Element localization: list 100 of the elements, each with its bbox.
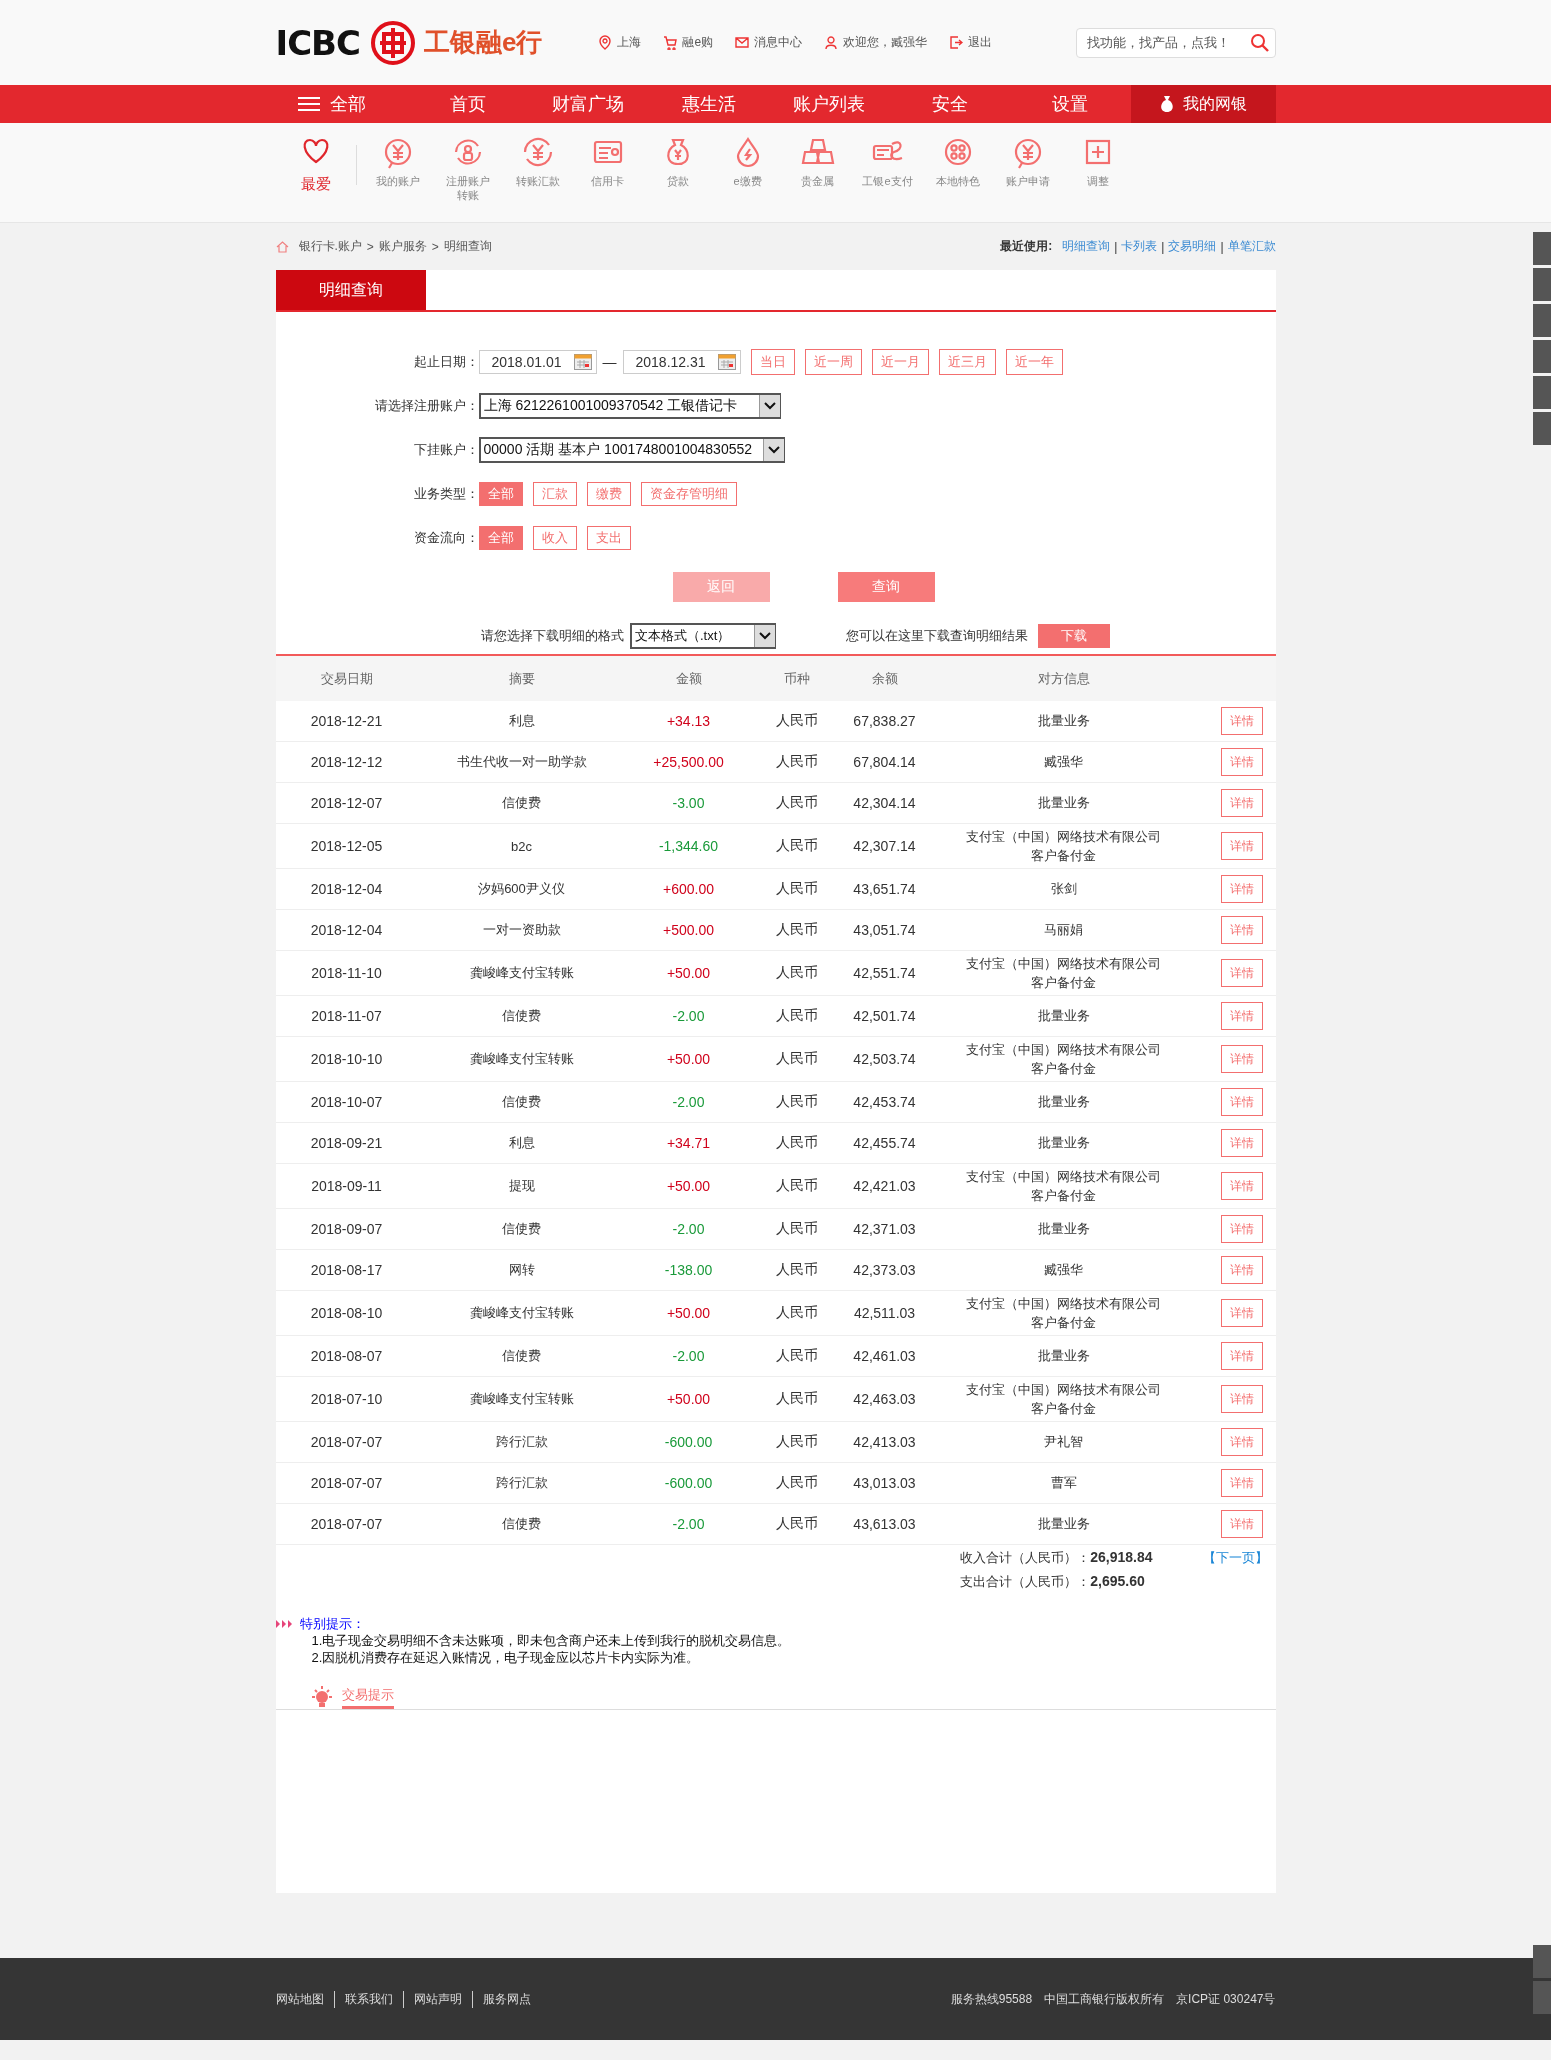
- date-field[interactable]: 2018.12.31: [622, 350, 741, 374]
- detail-button[interactable]: 详情: [1220, 1385, 1263, 1413]
- flow-option[interactable]: 全部: [478, 526, 523, 550]
- recent-link[interactable]: 单笔汇款: [1227, 238, 1276, 255]
- format-select[interactable]: 文本格式（.txt）: [630, 623, 776, 649]
- detail-button[interactable]: 详情: [1220, 959, 1263, 987]
- table-cell-text: 马丽娟: [1043, 921, 1084, 940]
- footer-link[interactable]: 网站地图: [275, 1990, 334, 2008]
- detail-button[interactable]: 详情: [1220, 832, 1263, 860]
- detail-button[interactable]: 详情: [1220, 1172, 1263, 1200]
- quick-link[interactable]: 信用卡: [572, 135, 643, 203]
- tip-tab[interactable]: 交易提示: [341, 1685, 394, 1709]
- detail-button[interactable]: 详情: [1220, 1088, 1263, 1116]
- search-icon[interactable]: [1249, 32, 1270, 53]
- recent-link[interactable]: 卡列表: [1121, 238, 1158, 255]
- nav-item[interactable]: 财富广场: [528, 92, 649, 116]
- range-button[interactable]: 近一周: [804, 349, 862, 375]
- quick-link[interactable]: 调整: [1062, 135, 1133, 203]
- top-link[interactable]: 欢迎您，臧强华: [824, 34, 928, 51]
- side-tool-button[interactable]: [1533, 268, 1551, 301]
- date-field[interactable]: 2018.01.01: [478, 350, 597, 374]
- table-cell-text: 2018-08-17: [309, 1262, 384, 1278]
- quick-link[interactable]: 最爱: [275, 135, 356, 203]
- table-cell-text: 支付宝（中国）网络技术有限公司客户备付金: [965, 1040, 1162, 1078]
- quick-link[interactable]: 账户申请: [992, 135, 1063, 203]
- side-tool-button[interactable]: [1533, 1981, 1551, 2014]
- side-tool-button[interactable]: [1533, 376, 1551, 409]
- table-cell-text: 人民币: [774, 837, 819, 855]
- nav-item[interactable]: 首页: [407, 92, 528, 116]
- detail-button[interactable]: 详情: [1220, 1299, 1263, 1327]
- search-field[interactable]: 找功能，找产品，点我！: [1075, 27, 1276, 58]
- breadcrumb-link[interactable]: 银行卡.账户: [298, 238, 362, 255]
- detail-button[interactable]: 详情: [1220, 707, 1263, 735]
- nav-item[interactable]: 设置: [1010, 92, 1131, 116]
- detail-button[interactable]: 详情: [1220, 1215, 1263, 1243]
- recent-link[interactable]: 交易明细: [1168, 238, 1217, 255]
- nav-item[interactable]: 安全: [889, 92, 1010, 116]
- flow-option[interactable]: 支出: [586, 526, 631, 550]
- footer-link[interactable]: 网站声明: [402, 1990, 472, 2008]
- calendar-icon[interactable]: [717, 354, 736, 370]
- top-link[interactable]: 退出: [949, 34, 993, 51]
- detail-button[interactable]: 详情: [1220, 1256, 1263, 1284]
- type-option[interactable]: 资金存管明细: [640, 482, 737, 506]
- detail-button[interactable]: 详情: [1220, 875, 1263, 903]
- table-cell-text: 人民币: [774, 1177, 819, 1195]
- breadcrumb-link[interactable]: 明细查询: [443, 238, 492, 255]
- footer-link[interactable]: 联系我们: [333, 1990, 403, 2008]
- flow-option[interactable]: 收入: [532, 526, 577, 550]
- sub-account-select[interactable]: 00000 活期 基本户 1001748001004830552: [478, 437, 785, 463]
- side-tool-button[interactable]: [1533, 412, 1551, 445]
- quick-link[interactable]: 注册账户转账: [432, 135, 503, 203]
- type-option[interactable]: 全部: [478, 482, 523, 506]
- logo-text[interactable]: ICBC: [275, 22, 360, 63]
- range-button[interactable]: 当日: [750, 349, 795, 375]
- recent-link[interactable]: 明细查询: [1062, 238, 1111, 255]
- detail-button[interactable]: 详情: [1220, 1510, 1263, 1538]
- detail-button[interactable]: 详情: [1220, 1129, 1263, 1157]
- detail-button[interactable]: 详情: [1220, 1002, 1263, 1030]
- nav-item[interactable]: 惠生活: [648, 92, 769, 116]
- detail-button[interactable]: 详情: [1220, 748, 1263, 776]
- download-button[interactable]: 下载: [1038, 624, 1110, 648]
- quick-link[interactable]: 转账汇款: [502, 135, 573, 203]
- detail-button[interactable]: 详情: [1220, 1469, 1263, 1497]
- top-link[interactable]: 消息中心: [735, 34, 803, 51]
- home-icon[interactable]: [275, 240, 289, 253]
- side-tool-button[interactable]: [1533, 304, 1551, 337]
- quick-link[interactable]: 我的账户: [362, 135, 433, 203]
- side-tool-button[interactable]: [1533, 340, 1551, 373]
- footer-link[interactable]: 服务网点: [471, 1990, 541, 2008]
- type-option[interactable]: 缴费: [586, 482, 631, 506]
- menu-icon: [297, 96, 320, 112]
- detail-button[interactable]: 详情: [1220, 1428, 1263, 1456]
- query-button[interactable]: 查询: [837, 572, 935, 602]
- top-link[interactable]: 融e购: [663, 34, 714, 51]
- side-tool-button[interactable]: [1533, 1945, 1551, 1978]
- tab[interactable]: 明细查询: [275, 270, 426, 310]
- nav-item[interactable]: 账户列表: [769, 92, 890, 116]
- calendar-icon[interactable]: [573, 354, 592, 370]
- quick-link[interactable]: 贵金属: [782, 135, 853, 203]
- quick-link[interactable]: 贷款: [642, 135, 713, 203]
- detail-button[interactable]: 详情: [1220, 1342, 1263, 1370]
- detail-button[interactable]: 详情: [1220, 1045, 1263, 1073]
- table-cell-text: 42,503.74: [852, 1051, 917, 1067]
- detail-button[interactable]: 详情: [1220, 916, 1263, 944]
- range-button[interactable]: 近一月: [871, 349, 929, 375]
- range-button[interactable]: 近三月: [938, 349, 996, 375]
- type-option[interactable]: 汇款: [532, 482, 577, 506]
- table-cell-text: 批量业务: [1036, 1347, 1091, 1366]
- detail-button[interactable]: 详情: [1220, 789, 1263, 817]
- next-page-link[interactable]: 【下一页】: [1202, 1549, 1268, 1591]
- menu-button[interactable]: 全部: [275, 92, 408, 116]
- breadcrumb-link[interactable]: 账户服务: [378, 238, 427, 255]
- my-bank-button[interactable]: 我的网银: [1130, 85, 1276, 123]
- range-button[interactable]: 近一年: [1005, 349, 1063, 375]
- side-tool-button[interactable]: [1533, 232, 1551, 265]
- top-link[interactable]: 上海: [598, 34, 642, 51]
- quick-link[interactable]: 工银e支付: [852, 135, 923, 203]
- quick-link[interactable]: e缴费: [712, 135, 783, 203]
- quick-link[interactable]: 本地特色: [922, 135, 993, 203]
- account-select[interactable]: 上海 6212261001009370542 工银借记卡: [478, 393, 781, 419]
